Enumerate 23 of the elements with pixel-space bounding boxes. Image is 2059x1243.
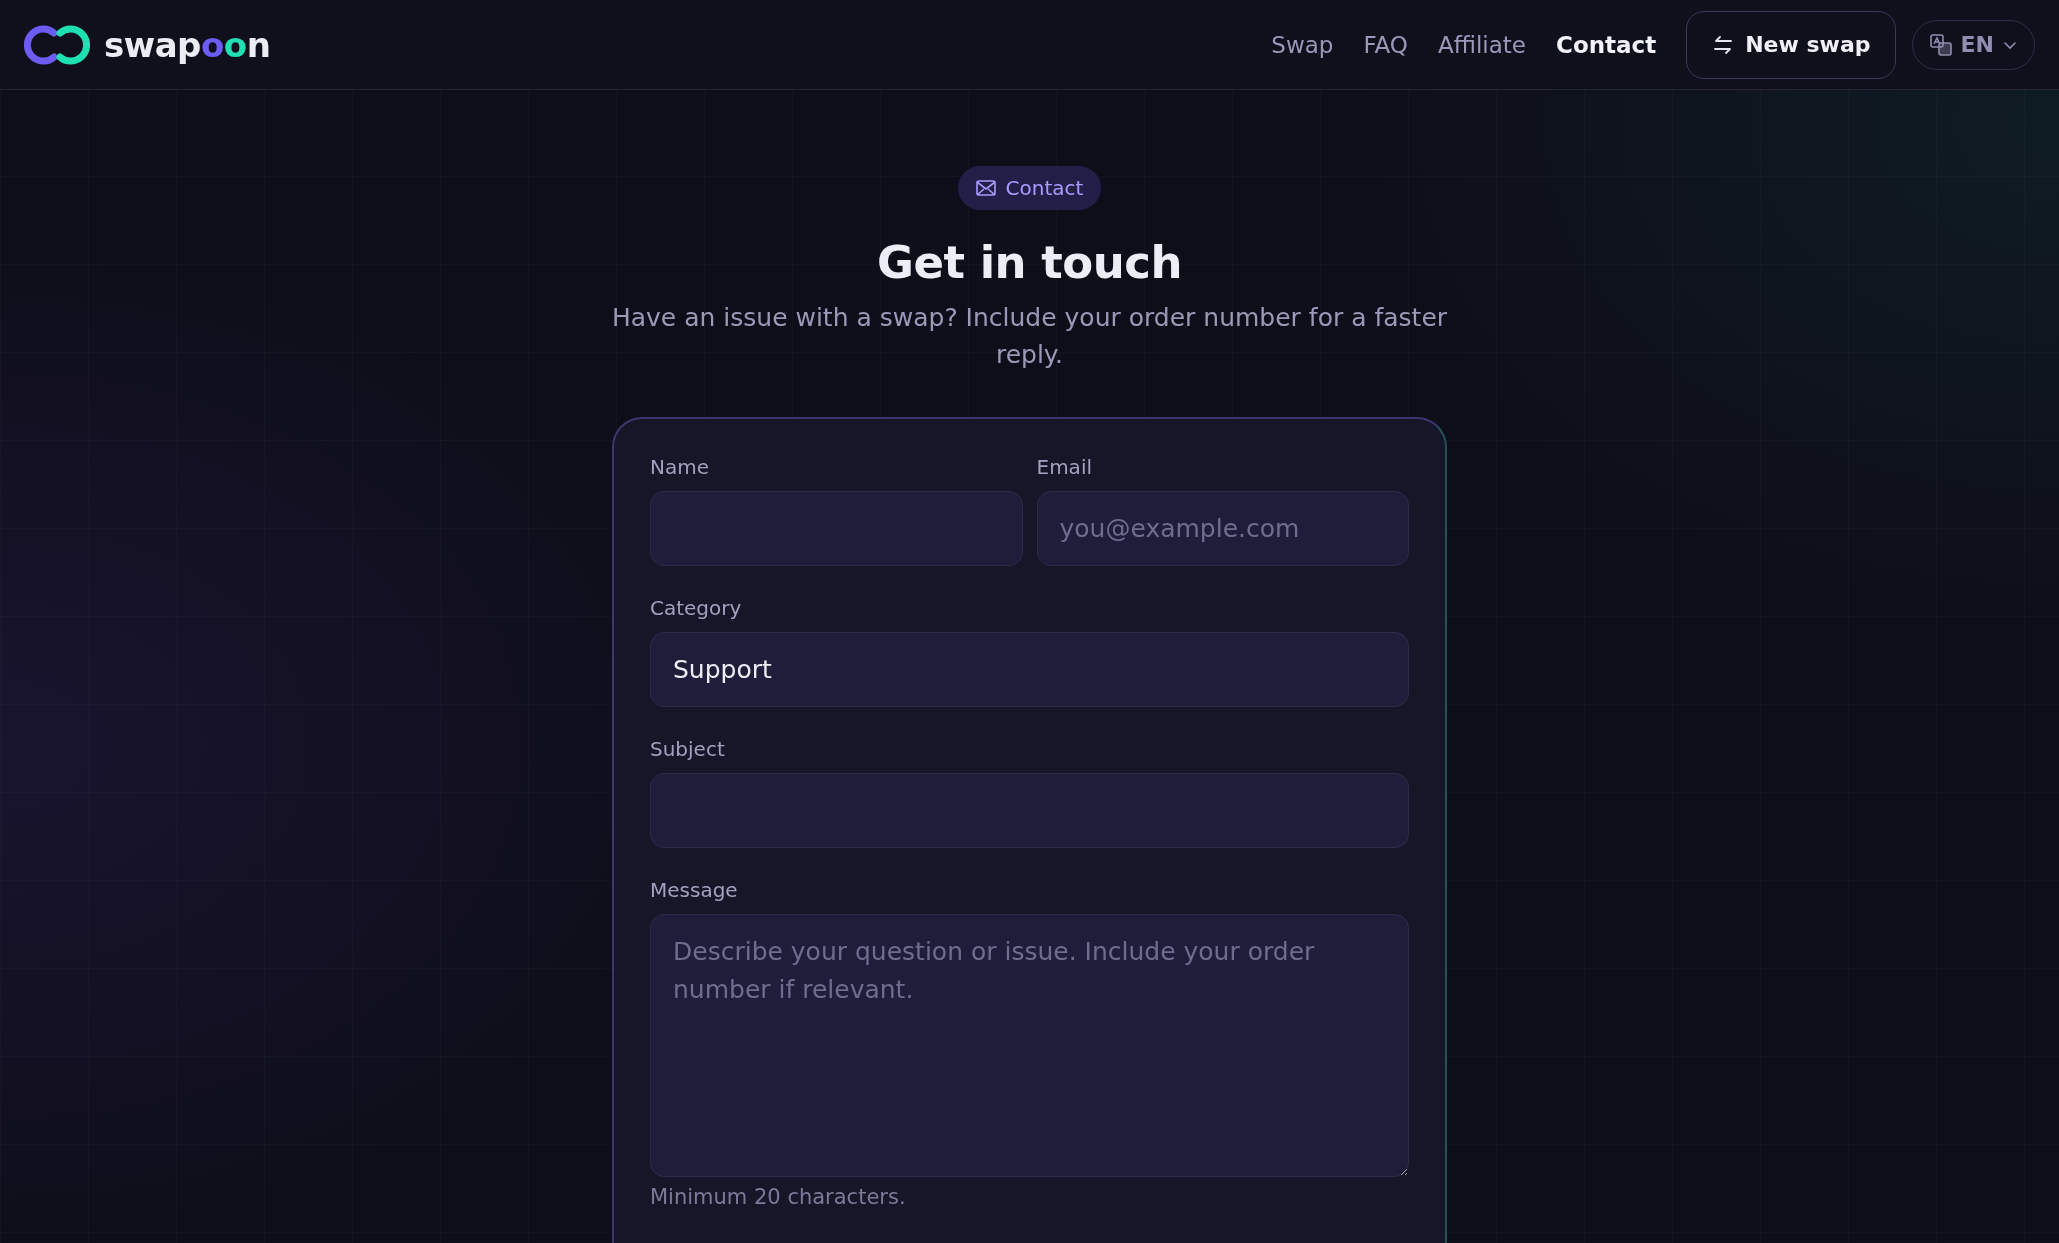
nav-link[interactable]: Swap: [1271, 31, 1334, 58]
page-subtitle: Have an issue with a swap? Include your order number for a faster reply.: [610, 302, 1449, 371]
logo-wordmark: swapoon: [104, 24, 271, 65]
field-label: Subject: [650, 737, 726, 761]
new-swap-button[interactable]: New swap: [1686, 10, 1896, 79]
nav-link[interactable]: Affiliate: [1438, 31, 1526, 58]
input-field[interactable]: [650, 773, 1409, 848]
field-label: Message: [650, 878, 739, 902]
rings-logo-icon: [24, 22, 90, 67]
badge-label: Contact: [1005, 176, 1084, 200]
input-field[interactable]: [650, 491, 1023, 566]
select-field[interactable]: Support: [650, 632, 1409, 707]
page-title: Get in touch: [877, 236, 1182, 289]
mail-icon: [975, 180, 996, 196]
field-label: Category: [650, 596, 743, 620]
textarea-field[interactable]: Describe your question or issue. Include your order number if relevant.: [650, 914, 1409, 1177]
field-label: Email: [1036, 455, 1093, 479]
nav-link[interactable]: Contact: [1556, 31, 1657, 58]
field-hint: Minimum 20 characters.: [650, 1185, 907, 1209]
language-icon: [1928, 32, 1953, 57]
input-field[interactable]: you@example.com: [1036, 491, 1409, 566]
field-label: Name: [650, 455, 710, 479]
nav-link[interactable]: FAQ: [1363, 31, 1408, 58]
